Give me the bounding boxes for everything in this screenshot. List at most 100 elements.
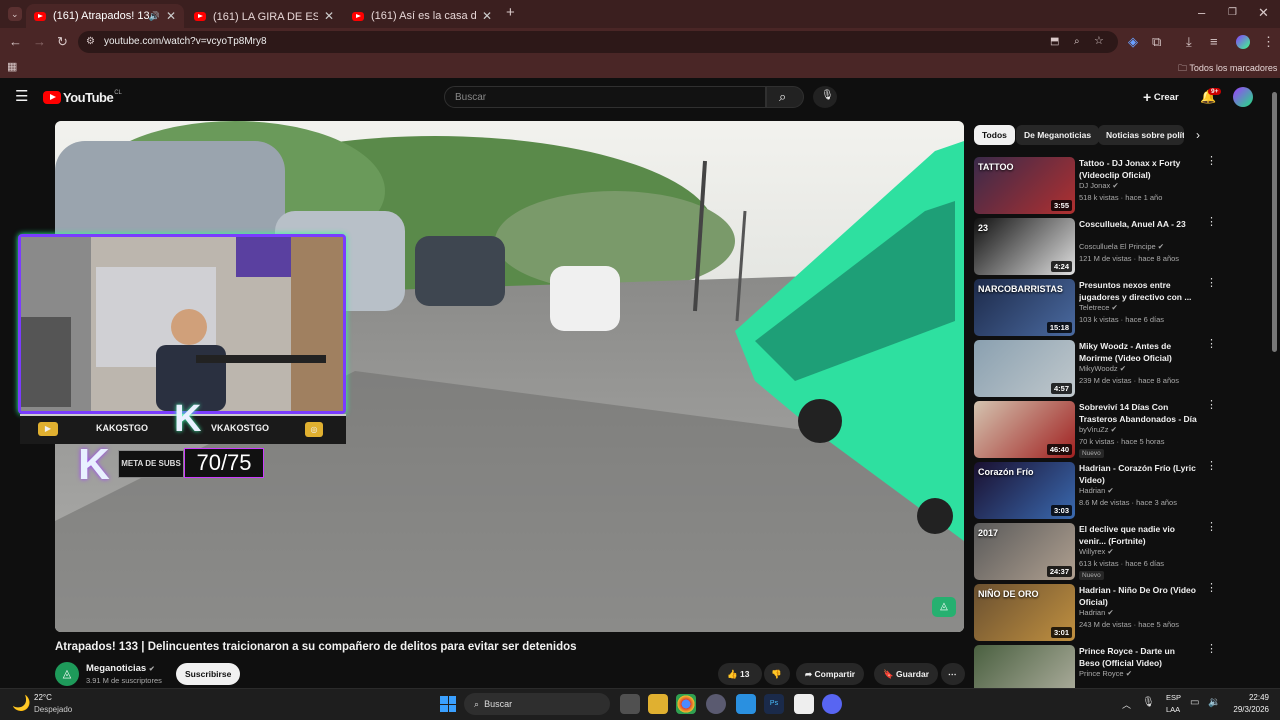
- recommendation-channel[interactable]: byViruZz ✔: [1079, 425, 1117, 434]
- install-icon[interactable]: ⬒: [1050, 35, 1059, 49]
- clock-time[interactable]: 22:49: [1229, 693, 1269, 702]
- more-vertical-icon[interactable]: ⋮: [1206, 339, 1217, 350]
- tray-mic-icon[interactable]: 🎙: [1142, 697, 1155, 708]
- weather-moon-icon[interactable]: 🌙: [12, 694, 31, 712]
- recommendation-title[interactable]: Hadrian - Corazón Frío (Lyric Video): [1079, 462, 1197, 486]
- audio-icon[interactable]: 🔊: [149, 11, 160, 22]
- recommendation-thumbnail[interactable]: TATTOO 3:55: [974, 157, 1075, 214]
- window-close-icon[interactable]: ✕: [1258, 6, 1269, 20]
- recommendation-channel[interactable]: DJ Jonax ✔: [1079, 181, 1119, 190]
- share-button[interactable]: ➦ Compartir: [796, 663, 865, 685]
- scrollbar[interactable]: [1272, 92, 1277, 352]
- search-input[interactable]: Buscar: [444, 86, 766, 108]
- recommendation-channel[interactable]: MikyWoodz ✔: [1079, 364, 1126, 373]
- recommendation-title[interactable]: Presuntos nexos entre jugadores y direct…: [1079, 279, 1197, 303]
- more-vertical-icon[interactable]: ⋮: [1206, 583, 1217, 594]
- photoshop-icon[interactable]: Ps: [764, 694, 784, 714]
- extension-icon[interactable]: ◈: [1128, 35, 1138, 49]
- tab-search-icon[interactable]: ⌄: [8, 7, 22, 21]
- recommendation-item[interactable]: 4:57 Miky Woodz - Antes de Morirme (Video…: [974, 339, 1217, 398]
- hamburger-menu-icon[interactable]: ☰: [15, 89, 28, 104]
- recommendation-thumbnail[interactable]: 4:57: [974, 340, 1075, 397]
- more-vertical-icon[interactable]: ⋮: [1206, 217, 1217, 228]
- like-button[interactable]: 👍 13: [718, 663, 762, 685]
- site-info-icon[interactable]: ⚙: [86, 35, 95, 49]
- recommendation-title[interactable]: El declive que nadie vio venir... (Fortn…: [1079, 523, 1197, 547]
- recommendation-title[interactable]: Sobreviví 14 Días Con Trasteros Abandona…: [1079, 401, 1197, 425]
- recommendation-item[interactable]: Corazón Frío 3:03 Hadrian - Corazón Frío (…: [974, 461, 1217, 520]
- recommendation-thumbnail[interactable]: 2017 24:37: [974, 523, 1075, 580]
- language-primary[interactable]: ESP: [1166, 693, 1181, 702]
- close-icon[interactable]: ✕: [166, 9, 176, 23]
- search-button[interactable]: ⌕: [766, 86, 804, 108]
- apps-grid-icon[interactable]: ▦: [7, 60, 17, 74]
- extensions-puzzle-icon[interactable]: ⧉: [1152, 35, 1161, 49]
- restore-icon[interactable]: ❐: [1228, 6, 1237, 20]
- recommendation-item[interactable]: 23 4:24 Cosculluela, Anuel AA - 23 Coscullu…: [974, 217, 1217, 276]
- recommendation-item[interactable]: 46:40 Sobreviví 14 Días Con Trasteros Aba…: [974, 400, 1217, 459]
- voice-search-button[interactable]: 🎙: [813, 86, 837, 108]
- more-vertical-icon[interactable]: ⋮: [1206, 644, 1217, 655]
- recommendation-thumbnail[interactable]: NARCOBARRISTAS 15:18: [974, 279, 1075, 336]
- reload-icon[interactable]: ↻: [57, 35, 68, 49]
- save-button[interactable]: 🔖 Guardar: [874, 663, 939, 685]
- recommendation-title[interactable]: Hadrian - Niño De Oro (Video Oficial): [1079, 584, 1197, 608]
- recommendation-thumbnail[interactable]: Corazón Frío 3:03: [974, 462, 1075, 519]
- discord-icon[interactable]: [822, 694, 842, 714]
- recommendation-title[interactable]: Cosculluela, Anuel AA - 23: [1079, 218, 1197, 230]
- all-bookmarks[interactable]: 🗀 Todos los marcadores: [1178, 61, 1277, 77]
- more-actions-button[interactable]: ⋯: [941, 663, 965, 685]
- recommendation-thumbnail[interactable]: NIÑO DE ORO 3:01: [974, 584, 1075, 641]
- app-f-icon[interactable]: [736, 694, 756, 714]
- recommendation-channel[interactable]: Willyrex ✔: [1079, 547, 1114, 556]
- channel-avatar[interactable]: ◬: [55, 662, 79, 686]
- reading-list-icon[interactable]: ≡: [1210, 35, 1218, 49]
- recommendation-channel[interactable]: Cosculluela El Principe ✔: [1079, 242, 1164, 251]
- recommendation-channel[interactable]: Teletrece ✔: [1079, 303, 1118, 312]
- chip-channel[interactable]: De Meganoticias: [1016, 125, 1100, 145]
- bookmark-star-icon[interactable]: ☆: [1094, 34, 1104, 48]
- address-bar[interactable]: ⚙ youtube.com/watch?v=vcyoTp8Mry8 ⬒ ⌕ ☆: [78, 31, 1118, 53]
- chevron-right-icon[interactable]: ›: [1196, 128, 1200, 142]
- notes-icon[interactable]: [794, 694, 814, 714]
- more-vertical-icon[interactable]: ⋮: [1206, 278, 1217, 289]
- account-avatar[interactable]: [1233, 87, 1253, 107]
- create-button[interactable]: + Crear: [1143, 89, 1179, 105]
- dislike-button[interactable]: 👎: [764, 663, 790, 685]
- recommendation-item[interactable]: 2017 24:37 El declive que nadie vio venir.…: [974, 522, 1217, 581]
- profile-avatar[interactable]: [1236, 35, 1250, 49]
- youtube-logo[interactable]: YouTube CL: [43, 90, 122, 105]
- recommendation-thumbnail[interactable]: 23 4:24: [974, 218, 1075, 275]
- menu-dots-icon[interactable]: ⋮: [1262, 35, 1275, 49]
- zoom-icon[interactable]: ⌕: [1074, 35, 1080, 49]
- forward-icon[interactable]: →: [33, 35, 46, 49]
- new-tab-icon[interactable]: +: [506, 5, 515, 20]
- clock-date[interactable]: 29/3/2026: [1219, 705, 1269, 714]
- taskbar-search[interactable]: ⌕ Buscar: [464, 693, 610, 715]
- chip-all[interactable]: Todos: [974, 125, 1015, 145]
- more-vertical-icon[interactable]: ⋮: [1206, 156, 1217, 167]
- more-vertical-icon[interactable]: ⋮: [1206, 522, 1217, 533]
- recommendation-channel[interactable]: Hadrian ✔: [1079, 608, 1114, 617]
- tab-3[interactable]: (161) Así es la casa del TIO REN ✕: [344, 4, 500, 28]
- chip-politics[interactable]: Noticias sobre política: [1098, 125, 1184, 145]
- close-icon[interactable]: ✕: [324, 9, 334, 23]
- more-vertical-icon[interactable]: ⋮: [1206, 461, 1217, 472]
- chrome-icon[interactable]: [676, 694, 696, 714]
- minimize-icon[interactable]: –: [1198, 6, 1205, 20]
- tab-1[interactable]: (161) Atrapados! 133 | Delin 🔊 ✕: [26, 4, 184, 28]
- recommendation-item[interactable]: NIÑO DE ORO 3:01 Hadrian - Niño De Oro (Vi…: [974, 583, 1217, 642]
- language-layout[interactable]: LAA: [1166, 705, 1180, 714]
- recommendation-item[interactable]: NARCOBARRISTAS 15:18 Presuntos nexos entre…: [974, 278, 1217, 337]
- tray-chevron-icon[interactable]: ︿: [1122, 698, 1131, 711]
- recommendation-thumbnail[interactable]: 46:40: [974, 401, 1075, 458]
- file-explorer-icon[interactable]: [648, 694, 668, 714]
- recommendation-title[interactable]: Tattoo - DJ Jonax x Forty (Videoclip Ofi…: [1079, 157, 1197, 181]
- start-windows-icon[interactable]: [440, 696, 456, 712]
- channel-name[interactable]: Meganoticias ✔: [86, 663, 155, 674]
- recommendation-channel[interactable]: Prince Royce ✔: [1079, 669, 1132, 678]
- task-view-icon[interactable]: [620, 694, 640, 714]
- recommendation-title[interactable]: Miky Woodz - Antes de Morirme (Video Ofi…: [1079, 340, 1197, 364]
- download-icon[interactable]: ⤓: [1186, 35, 1192, 49]
- back-icon[interactable]: ←: [9, 35, 22, 49]
